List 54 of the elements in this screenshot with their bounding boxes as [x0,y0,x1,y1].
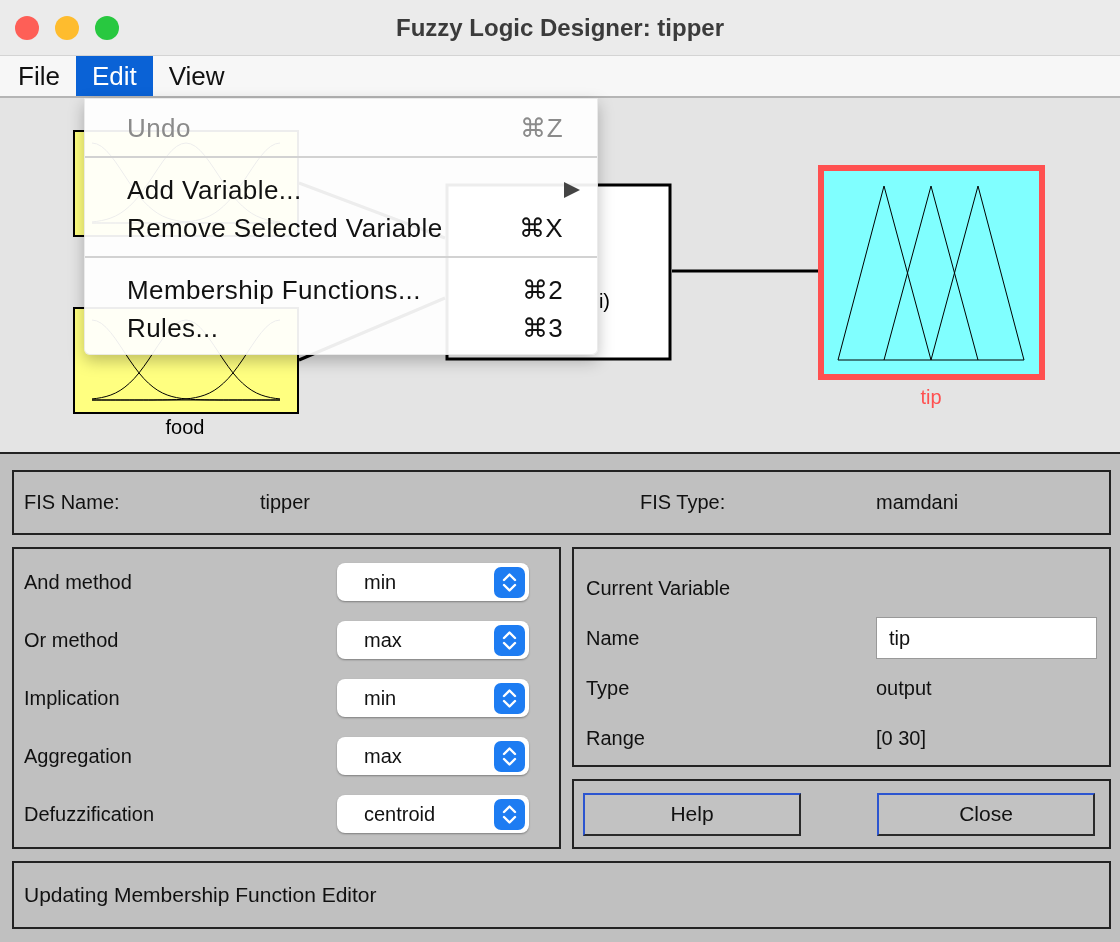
field-label: Range [586,726,646,750]
zoom-window-icon[interactable] [95,15,119,40]
menu-shortcut: ⌘Z [520,112,563,144]
menu-item[interactable]: Membership Functions... ⌘2 [85,271,597,309]
menu-item[interactable]: Add Variable... [85,171,597,209]
panel-title: Current Variable [586,576,732,600]
method-label: Defuzzification [24,802,155,826]
menu-bar-item[interactable]: File [2,56,76,96]
method-dropdown[interactable]: min [337,679,529,717]
menu-shortcut: ⌘2 [521,274,563,306]
method-label: Or method [24,628,119,652]
dropdown-chevron-icon [494,624,525,656]
menu-item-label: Add Variable... [127,174,302,206]
output-variable-block[interactable] [818,165,1045,380]
menu-item[interactable]: Remove Selected Variable ⌘X [85,209,597,247]
output-variable-label: tip [920,386,942,408]
field-label: Type [586,676,631,700]
method-dropdown[interactable]: centroid [337,795,529,833]
dropdown-chevron-icon [494,740,525,772]
menu-shortcut: ⌘X [518,212,563,244]
menu-bar-item[interactable]: Edit [75,56,153,96]
method-label: Implication [24,686,120,710]
field-label: Name [586,626,641,650]
method-dropdown[interactable]: max [337,621,529,659]
window-title: Fuzzy Logic Designer: tipper [396,13,724,41]
menu-item-label: Rules... [127,312,219,344]
menu-bar-item[interactable]: View [152,56,241,96]
method-dropdown[interactable]: min [337,563,529,601]
minimize-window-icon[interactable] [55,15,79,40]
menu-item-label: Undo [127,112,191,144]
submenu-arrow-icon [563,181,581,199]
method-dropdown[interactable]: max [337,737,529,775]
menu-item-label: Membership Functions... [127,274,421,306]
menu-shortcut: ⌘3 [521,312,563,344]
dropdown-chevron-icon [494,682,525,714]
system-type: i) [598,290,610,312]
fis-type-value: mamdani [876,491,960,514]
dropdown-chevron-icon [494,566,525,598]
dialog-button[interactable]: Close [877,792,1095,836]
dropdown-chevron-icon [494,798,525,830]
field-value: [0 30] [876,726,928,750]
dialog-button[interactable]: Help [583,792,801,836]
fis-name-value: tipper [260,491,312,514]
field-value: output [876,676,933,700]
fis-name-label: FIS Name: [24,491,121,514]
method-label: And method [24,570,132,594]
name-field[interactable]: tip [876,617,1097,659]
menu-item-label: Remove Selected Variable [127,212,443,244]
fis-type-label: FIS Type: [640,491,727,514]
menu-item[interactable]: Rules... ⌘3 [85,309,597,347]
input-variable-label: food [165,416,205,438]
status-message: Updating Membership Function Editor [24,883,377,907]
close-window-icon[interactable] [15,15,39,40]
method-label: Aggregation [24,744,132,768]
